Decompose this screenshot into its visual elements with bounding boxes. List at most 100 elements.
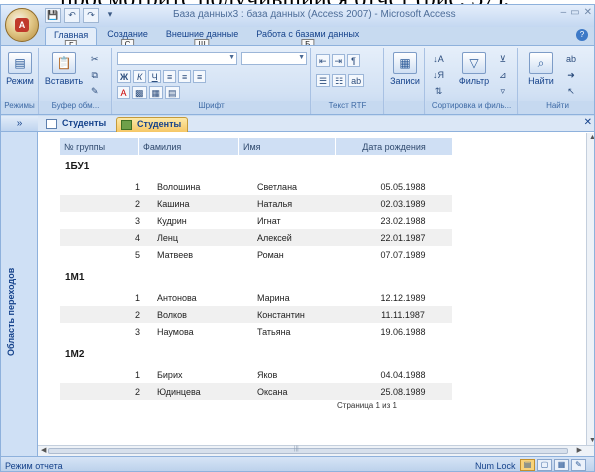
tab-home[interactable]: Главная Г [45,27,98,51]
customize-qat-icon[interactable]: ▾ [102,8,118,23]
toggle-filter-icon[interactable]: ▿ [496,84,510,97]
underline-icon[interactable]: Ч [148,70,162,83]
group-header: 1М1 [65,272,85,283]
bullet-list-icon[interactable]: ☷ [332,74,347,87]
window-controls: – ▭ ✕ [561,7,592,18]
tab-students-report-label: Студенты [137,119,182,129]
page-number: Страница 1 из 1 [337,401,397,410]
binoculars-icon: ⌕ [529,52,553,74]
scroll-grip-icon: ||| [294,446,299,452]
format-painter-icon[interactable]: ✎ [88,84,102,97]
tab-home-label: Главная [54,30,89,40]
group-sort-filter: ↓A ↓Я ⇅ ▽ Фильтр ⊻ ⊿ ▿ Сортировка и филь… [426,48,518,114]
clear-sort-icon[interactable]: ⇅ [430,84,447,97]
group-find: ⌕ Найти ab ➜ ↖ Найти [519,48,594,114]
filter-button[interactable]: ▽ Фильтр [456,52,492,86]
tab-database-tools[interactable]: Работа с базами данных Б [248,27,367,50]
quick-access-toolbar: 💾 ↶ ↷ ▾ [45,8,118,24]
expand-nav-pane-button[interactable]: » [1,116,38,132]
scroll-up-icon[interactable]: ▲ [589,134,594,141]
main-area: » Область переходов Студенты Студенты ✕ … [1,116,594,456]
sort-descending-icon[interactable]: ↓Я [430,68,447,81]
paste-button-label: Вставить [44,76,84,86]
tab-create-label: Создание [107,29,148,39]
gridlines-icon[interactable]: ▦ [148,86,164,99]
table-row: 2 Кашина Наталья 02.03.1989 [60,195,452,212]
maximize-button[interactable]: ▭ [570,7,579,18]
tab-external-data[interactable]: Внешние данные Ш [158,27,246,50]
replace-icon[interactable]: ab [563,52,579,65]
table-icon [46,119,57,129]
vertical-scrollbar[interactable]: ▲ ▼ [586,133,594,445]
paragraph-direction-icon[interactable]: ¶ [347,54,361,67]
close-button[interactable]: ✕ [584,7,592,18]
table-row: 1 Антонова Марина 12.12.1989 [134,293,426,303]
tab-create[interactable]: Создание С [99,27,156,50]
increase-indent-icon[interactable]: ⇥ [331,54,346,67]
undo-icon[interactable]: ↶ [64,8,80,23]
find-button[interactable]: ⌕ Найти [523,52,559,86]
paste-icon: 📋 [52,52,76,74]
records-button[interactable]: ▦ Записи [387,52,423,86]
tab-external-data-label: Внешние данные [165,29,239,39]
table-row: 4 Ленц Алексей 22.01.1987 [60,229,452,246]
scroll-right-icon[interactable]: ▶ [577,446,582,454]
nav-pane-title[interactable]: Область переходов [6,256,20,356]
align-left-icon[interactable]: ≡ [163,70,177,83]
filter-button-label: Фильтр [458,76,490,86]
horizontal-scroll-thumb[interactable] [48,448,568,454]
font-name-combo[interactable]: ▼ [117,52,237,65]
table-row: 2 Волков Константин 11.11.1987 [60,306,452,323]
font-color-icon[interactable]: A [117,86,130,99]
report-view: № группы Фамилия Имя Дата рождения 1БУ1 … [38,133,586,445]
table-row: 3 Наумова Татьяна 19.06.1988 [134,327,426,337]
advanced-filter-icon[interactable]: ⊿ [496,68,510,81]
horizontal-scrollbar[interactable]: ◀ ||| ▶ [38,445,594,456]
office-button[interactable]: A [5,8,39,42]
view-button[interactable]: ▤ Режим [5,52,35,86]
decrease-indent-icon[interactable]: ⇤ [316,54,330,67]
sort-ascending-icon[interactable]: ↓A [430,52,447,65]
chevron-down-icon: ▼ [228,54,235,61]
scroll-left-icon[interactable]: ◀ [41,446,46,454]
redo-icon[interactable]: ↷ [83,8,99,23]
numbered-list-icon[interactable]: ☰ [316,74,331,87]
group-rich-text: ⇤ ⇥ ¶ ☰ ☷ ab Текст RTF [312,48,384,114]
help-icon[interactable]: ? [576,29,588,41]
alternate-fill-icon[interactable]: ▤ [165,86,180,99]
selection-filter-icon[interactable]: ⊻ [496,52,510,65]
group-find-label: Найти [519,101,594,114]
bold-icon[interactable]: Ж [117,70,132,83]
align-center-icon[interactable]: ≡ [178,70,192,83]
paste-button[interactable]: 📋 Вставить [44,52,84,86]
table-row: 3 Кудрин Игнат 23.02.1988 [134,216,426,226]
header-name: Имя [239,138,335,155]
design-view-icon[interactable]: ✎ [571,459,586,471]
italic-icon[interactable]: К [133,70,147,83]
group-font: ▼ ▼ Ж К Ч ≡ ≡ ≡ A ▩ ▦ ▤ Шрифт [113,48,311,114]
document-tabs: Студенты Студенты ✕ [38,116,594,132]
font-size-combo[interactable]: ▼ [241,52,307,65]
minimize-button[interactable]: – [561,7,567,18]
table-row: 1 Волошина Светлана 05.05.1988 [134,182,426,192]
goto-icon[interactable]: ➜ [563,68,579,81]
layout-view-icon[interactable]: ▦ [554,459,569,471]
cut-icon[interactable]: ✂ [88,52,102,65]
tab-database-tools-label: Работа с базами данных [256,29,360,39]
print-preview-icon[interactable]: ▢ [537,459,552,471]
group-header: 1БУ1 [65,161,90,172]
fill-color-icon[interactable]: ▩ [132,86,147,99]
copy-icon[interactable]: ⧉ [88,68,102,81]
highlight-icon[interactable]: ab [348,74,365,87]
save-icon[interactable]: 💾 [45,8,61,23]
tab-students-report[interactable]: Студенты [116,117,189,132]
scroll-down-icon[interactable]: ▼ [589,437,594,444]
tab-students-table[interactable]: Студенты [42,117,112,132]
report-icon [121,120,132,130]
close-document-icon[interactable]: ✕ [584,117,592,128]
view-button-label: Режим [6,76,34,86]
select-icon[interactable]: ↖ [563,84,579,97]
report-view-icon[interactable]: ▤ [520,459,535,471]
header-birthdate: Дата рождения [336,138,452,155]
align-right-icon[interactable]: ≡ [193,70,207,83]
